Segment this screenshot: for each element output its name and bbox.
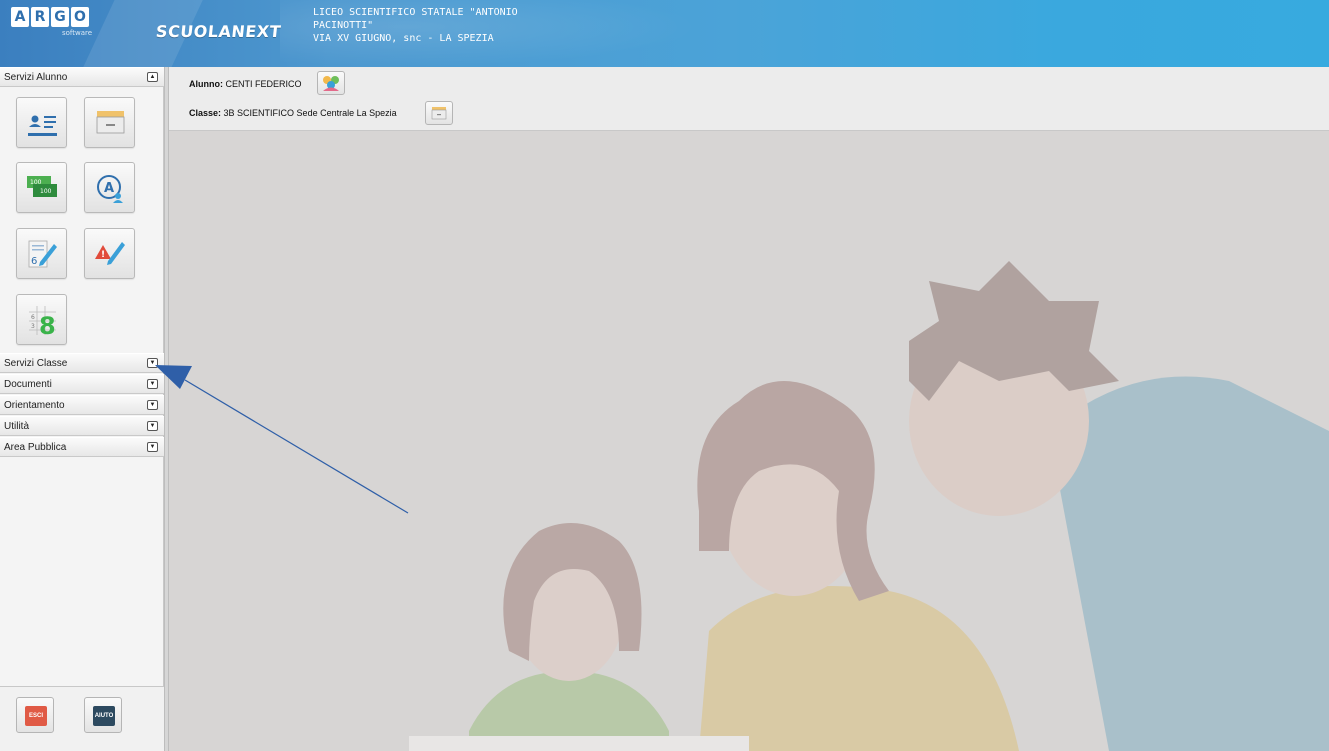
logo-letter: A [11, 7, 29, 27]
figure-shirt-yellow [699, 586, 1019, 751]
expand-icon[interactable]: ▼ [147, 421, 158, 431]
grade-pencil-icon: 6 [28, 240, 57, 268]
logo-letter: O [71, 7, 89, 27]
section-orientamento[interactable]: Orientamento ▼ [0, 395, 164, 415]
main-content: Alunno: CENTI FEDERICO Classe: 3B SCIENT… [169, 67, 1329, 751]
student-card-button[interactable] [16, 97, 67, 148]
student-info-bar: Alunno: CENTI FEDERICO Classe: 3B SCIENT… [169, 67, 1329, 131]
student-card-icon [28, 115, 57, 136]
section-label: Utilità [4, 421, 30, 432]
argo-logo[interactable]: A R G O [11, 7, 89, 27]
notes-button[interactable]: ! [84, 228, 135, 279]
collapse-icon[interactable]: ▲ [147, 72, 158, 82]
school-address: VIA XV GIUGNO, snc - LA SPEZIA [313, 33, 494, 44]
background-illustration [409, 261, 1329, 751]
change-class-button[interactable] [425, 101, 453, 125]
help-label: AIUTO [93, 706, 115, 726]
school-info: LICEO SCIENTIFICO STATALE "ANTONIO PACIN… [313, 6, 518, 45]
money-text-1: 100 [30, 179, 42, 186]
section-area-pubblica[interactable]: Area Pubblica ▼ [0, 437, 164, 457]
figure-shirt-blue [1049, 376, 1329, 751]
class-name: 3B SCIENTIFICO Sede Centrale La Spezia [223, 108, 397, 118]
student-label: Alunno: [189, 79, 223, 89]
section-servizi-classe[interactable]: Servizi Classe ▼ [0, 353, 164, 373]
logo-letter: R [31, 7, 49, 27]
school-name-line2: PACINOTTI" [313, 20, 374, 31]
figure-paper [409, 736, 749, 751]
absence-letter: A [104, 181, 114, 196]
exit-button[interactable]: ESCI [16, 697, 54, 733]
money-button[interactable]: 100 100 [16, 162, 67, 213]
alert-note-icon: ! [95, 242, 125, 265]
archive-button[interactable] [84, 97, 135, 148]
school-name-line1: LICEO SCIENTIFICO STATALE "ANTONIO [313, 7, 518, 18]
logo-subtitle: software [62, 29, 93, 37]
app-window: A R G O software SCUOLANEXT LICEO SCIENT… [0, 0, 1329, 751]
class-label: Classe: [189, 108, 222, 118]
class-row: Classe: 3B SCIENTIFICO Sede Centrale La … [189, 108, 397, 118]
section-utilita[interactable]: Utilità ▼ [0, 416, 164, 436]
section-label: Area Pubblica [4, 442, 67, 453]
app-header: A R G O software SCUOLANEXT LICEO SCIENT… [0, 0, 1329, 67]
grade-number: 6 [31, 256, 37, 267]
sidebar: Servizi Alunno ▲ 100 100 A 6 ! 6 3 8 Ser… [0, 67, 164, 751]
section-label: Documenti [4, 379, 52, 390]
absence-user-icon: A [97, 175, 123, 203]
section-documenti[interactable]: Documenti ▼ [0, 374, 164, 394]
score-small-1: 6 [31, 314, 35, 321]
section-label: Orientamento [4, 400, 65, 411]
app-brand: SCUOLANEXT [155, 22, 283, 41]
expand-icon[interactable]: ▼ [147, 442, 158, 452]
expand-icon[interactable]: ▼ [147, 400, 158, 410]
absence-button[interactable]: A [84, 162, 135, 213]
alert-mark: ! [101, 250, 105, 260]
student-row: Alunno: CENTI FEDERICO [189, 79, 302, 89]
section-servizi-alunno[interactable]: Servizi Alunno ▲ [0, 67, 164, 87]
users-group-icon [323, 76, 339, 91]
sidebar-bottom-bar: ESCI AIUTO [0, 686, 164, 751]
change-student-button[interactable] [317, 71, 345, 95]
money-tax-icon: 100 100 [27, 176, 57, 197]
scoreboard-button[interactable]: 6 3 8 [16, 294, 67, 345]
score-big: 8 [39, 312, 56, 337]
section-label: Servizi Classe [4, 358, 68, 369]
archive-drawer-icon [96, 111, 125, 134]
logo-letter: G [51, 7, 69, 27]
archive-drawer-icon [431, 107, 447, 120]
expand-icon[interactable]: ▼ [147, 358, 158, 368]
student-name: CENTI FEDERICO [225, 79, 302, 89]
money-text-2: 100 [40, 188, 52, 195]
section-label: Servizi Alunno [4, 72, 68, 83]
scoreboard-grade-icon: 6 3 8 [29, 306, 56, 337]
expand-icon[interactable]: ▼ [147, 379, 158, 389]
exit-label: ESCI [25, 706, 47, 726]
grades-button[interactable]: 6 [16, 228, 67, 279]
help-button[interactable]: AIUTO [84, 697, 122, 733]
score-small-2: 3 [31, 323, 35, 330]
